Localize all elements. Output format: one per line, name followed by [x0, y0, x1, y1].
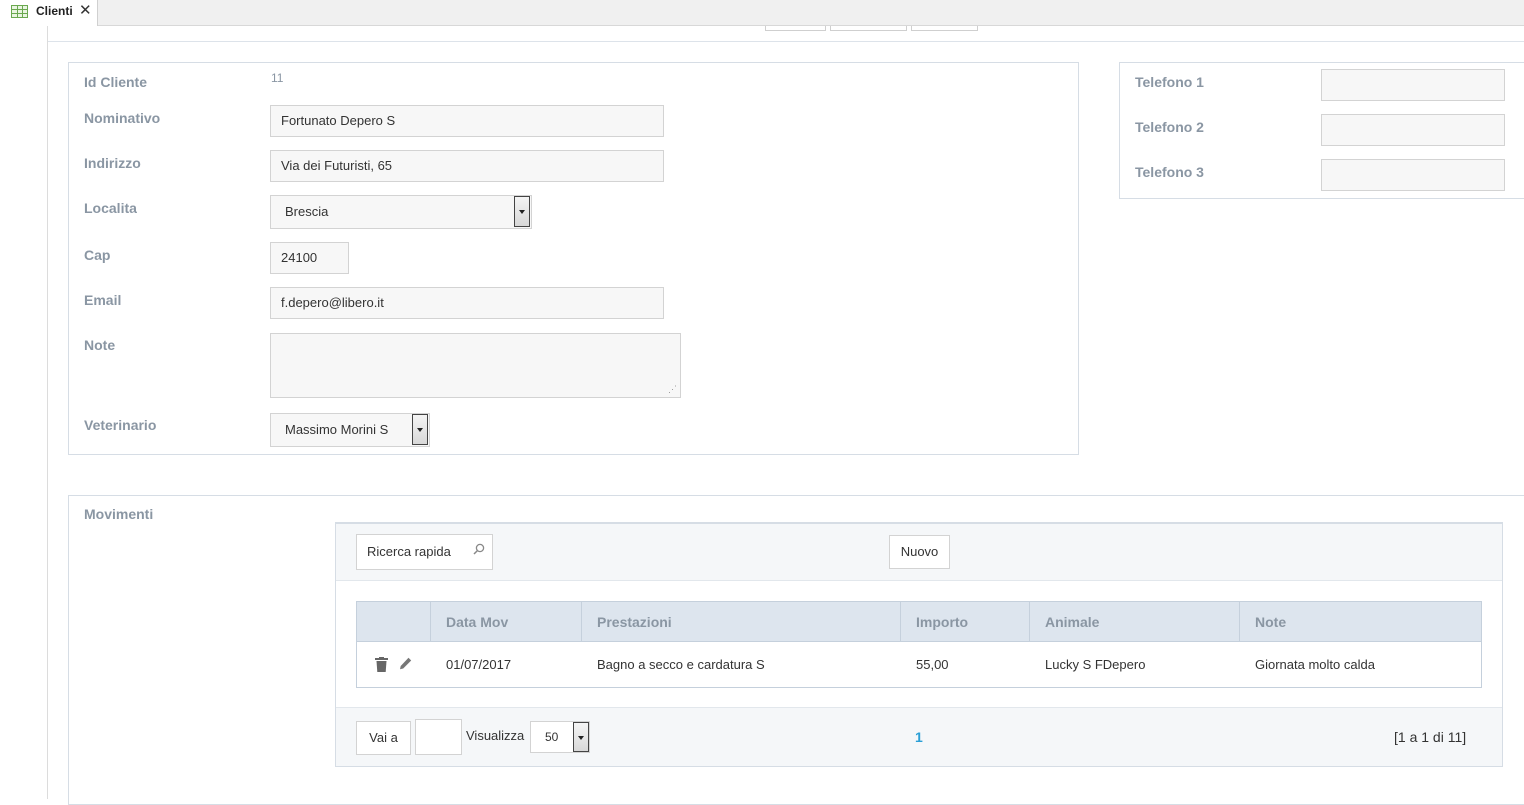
- column-actions: [357, 602, 431, 642]
- toolbar-button-2[interactable]: [830, 26, 907, 31]
- tab-label: Clienti: [36, 4, 73, 18]
- toolbar-button-1[interactable]: [765, 26, 826, 31]
- cap-label: Cap: [84, 247, 111, 263]
- id-cliente-value: 11: [271, 71, 284, 85]
- chevron-down-icon[interactable]: [514, 196, 530, 227]
- indirizzo-field[interactable]: Via dei Futuristi, 65: [270, 150, 664, 182]
- cell-data-mov: 01/07/2017: [446, 657, 512, 672]
- cap-field[interactable]: 24100: [270, 242, 349, 274]
- column-data-mov[interactable]: Data Mov: [431, 602, 582, 642]
- cell-animale: Lucky S FDepero: [1045, 657, 1146, 672]
- localita-value: Brescia: [285, 204, 329, 219]
- cell-importo: 55,00: [916, 657, 949, 672]
- nominativo-label: Nominativo: [84, 110, 161, 126]
- telefono2-field[interactable]: [1321, 114, 1505, 146]
- column-animale[interactable]: Animale: [1030, 602, 1240, 642]
- trash-icon[interactable]: [375, 657, 388, 675]
- current-page-link[interactable]: 1: [915, 729, 923, 745]
- close-icon[interactable]: ✕: [79, 2, 92, 20]
- search-icon[interactable]: [473, 543, 485, 555]
- column-prestazioni[interactable]: Prestazioni: [582, 602, 901, 642]
- cell-note: Giornata molto calda: [1255, 657, 1375, 672]
- telefono3-label: Telefono 3: [1135, 164, 1204, 180]
- nominativo-field[interactable]: Fortunato Depero S: [270, 105, 664, 137]
- record-range: [1 a 1 di 11]: [1394, 729, 1467, 745]
- indirizzo-label: Indirizzo: [84, 155, 141, 171]
- page-size-label: Visualizza: [466, 728, 525, 743]
- movimenti-label: Movimenti: [84, 506, 154, 522]
- email-label: Email: [84, 292, 122, 308]
- tab-clienti[interactable]: Clienti ✕: [0, 0, 98, 26]
- telefono1-label: Telefono 1: [1135, 74, 1204, 90]
- column-importo[interactable]: Importo: [901, 602, 1030, 642]
- email-field[interactable]: f.depero@libero.it: [270, 287, 664, 319]
- table-icon: [11, 5, 28, 18]
- left-gutter: [47, 26, 48, 799]
- toolbar-button-3[interactable]: [911, 26, 978, 31]
- goto-button[interactable]: Vai a: [356, 721, 411, 755]
- veterinario-value: Massimo Morini S: [285, 422, 389, 437]
- page-size-value: 50: [545, 730, 559, 744]
- cell-prestazioni: Bagno a secco e cardatura S: [597, 657, 765, 672]
- resize-grip-icon[interactable]: ⋰: [668, 384, 677, 394]
- veterinario-select[interactable]: Massimo Morini S: [270, 413, 430, 447]
- nuovo-button[interactable]: Nuovo: [889, 535, 950, 569]
- localita-select[interactable]: Brescia: [270, 195, 532, 229]
- goto-page-input[interactable]: [415, 719, 462, 755]
- chevron-down-icon[interactable]: [412, 414, 428, 445]
- pencil-icon[interactable]: [399, 657, 412, 673]
- chevron-down-icon[interactable]: [573, 722, 589, 752]
- tab-bar: [0, 0, 1524, 26]
- telefono3-field[interactable]: [1321, 159, 1505, 191]
- telefono2-label: Telefono 2: [1135, 119, 1204, 135]
- note-textarea[interactable]: [270, 333, 681, 398]
- veterinario-label: Veterinario: [84, 417, 157, 433]
- telefono1-field[interactable]: [1321, 69, 1505, 101]
- note-label: Note: [84, 337, 116, 353]
- column-note[interactable]: Note: [1240, 602, 1481, 642]
- id-cliente-label: Id Cliente: [84, 74, 148, 90]
- localita-label: Localita: [84, 200, 137, 216]
